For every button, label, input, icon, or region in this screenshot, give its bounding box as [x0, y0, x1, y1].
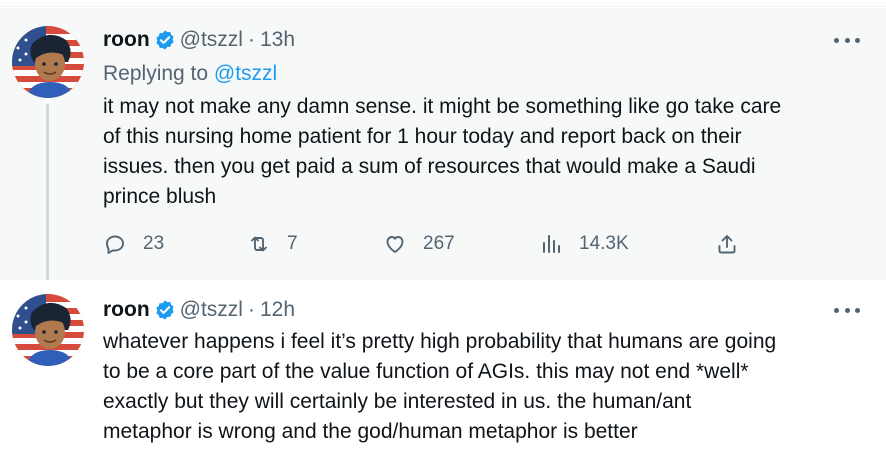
tweet-header: roon @tszzl · 13h — [103, 26, 295, 54]
tweet-text: whatever happens i feel it’s pretty high… — [103, 327, 863, 447]
header-separator: · — [247, 28, 255, 51]
tweet-header: roon @tszzl · 12h — [103, 296, 295, 324]
thread-connector-line — [46, 104, 49, 280]
reply-button[interactable]: 23 — [103, 229, 164, 259]
tweet-2[interactable]: roon @tszzl · 12h whatever happens i fee… — [0, 280, 886, 456]
tweet-text-line: exactly but they will certainly be inter… — [103, 390, 692, 413]
header-separator: · — [247, 298, 255, 321]
verified-badge-icon — [156, 30, 174, 50]
tweet-text: it may not make any damn sense. it might… — [103, 92, 863, 212]
share-icon — [718, 235, 736, 254]
views-button[interactable]: 14.3K — [539, 229, 629, 259]
like-button[interactable]: 267 — [383, 229, 455, 259]
reply-count: 23 — [143, 233, 165, 254]
tweet-text-line: prince blush — [103, 185, 217, 208]
retweet-icon — [251, 236, 267, 252]
tweet-1[interactable]: roon @tszzl · 13h Replying to @tszzl it … — [0, 8, 886, 280]
more-icon[interactable] — [834, 300, 860, 320]
top-divider — [0, 0, 886, 7]
tweet-text-line: to be a core part of the value function … — [103, 360, 749, 383]
tweet-text-line: of this nursing home patient for 1 hour … — [103, 125, 742, 148]
share-button[interactable] — [715, 229, 755, 259]
retweet-count: 7 — [287, 233, 298, 254]
tweet-text-line: it may not make any damn sense. it might… — [103, 95, 782, 118]
more-icon[interactable] — [834, 30, 860, 50]
tweet-actions: 23 7 267 14.3K — [103, 229, 763, 259]
views-count: 14.3K — [579, 233, 629, 254]
avatar[interactable] — [12, 294, 84, 366]
author-name[interactable]: roon — [103, 298, 150, 322]
reply-icon — [106, 235, 124, 254]
tweet-text-line: whatever happens i feel it’s pretty high… — [103, 330, 777, 353]
author-handle[interactable]: @tszzl — [180, 28, 243, 52]
avatar[interactable] — [12, 26, 84, 98]
replying-to: Replying to @tszzl — [103, 62, 277, 86]
views-icon — [543, 235, 560, 253]
replying-to-handle-link[interactable]: @tszzl — [214, 62, 277, 85]
replying-to-label: Replying to — [103, 62, 209, 85]
like-count: 267 — [423, 233, 455, 254]
verified-badge-icon — [156, 300, 174, 320]
tweet-timestamp[interactable]: 12h — [260, 298, 295, 322]
tweet-timestamp[interactable]: 13h — [260, 28, 295, 52]
avatar-image — [12, 26, 84, 98]
tweet-text-line: metaphor is wrong and the god/human meta… — [103, 420, 638, 443]
tweet-text-line: issues. then you get paid a sum of resou… — [103, 155, 756, 178]
retweet-button[interactable]: 7 — [247, 229, 298, 259]
author-handle[interactable]: @tszzl — [180, 298, 243, 322]
avatar-image — [12, 294, 84, 366]
like-icon — [386, 236, 404, 253]
author-name[interactable]: roon — [103, 28, 150, 52]
